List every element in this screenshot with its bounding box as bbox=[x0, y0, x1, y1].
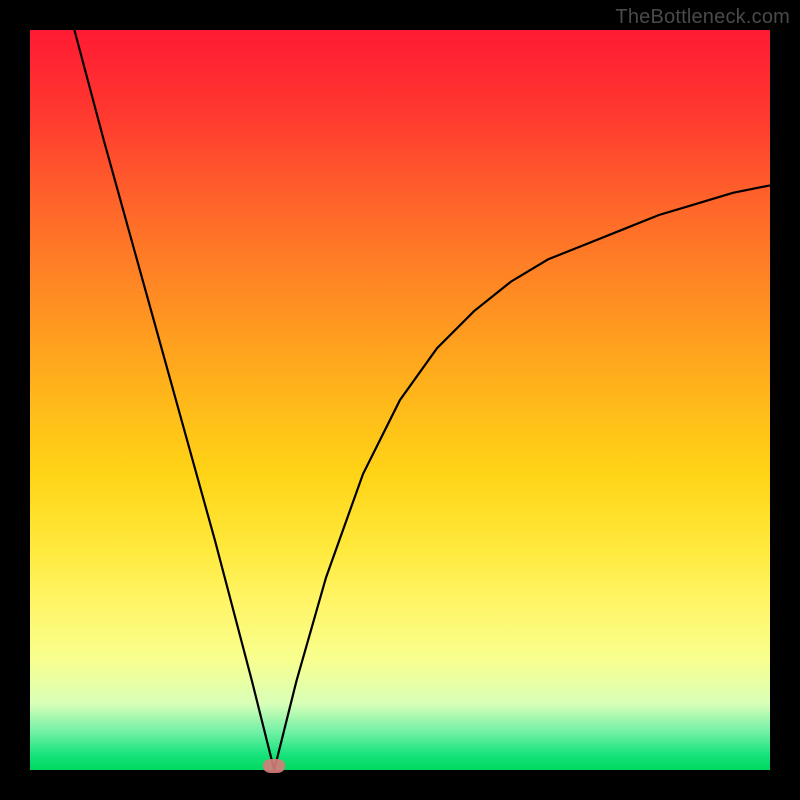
bottleneck-curve bbox=[30, 30, 770, 770]
plot-area bbox=[30, 30, 770, 770]
chart-frame: TheBottleneck.com bbox=[0, 0, 800, 800]
minimum-marker bbox=[263, 759, 285, 773]
watermark-text: TheBottleneck.com bbox=[615, 6, 790, 29]
